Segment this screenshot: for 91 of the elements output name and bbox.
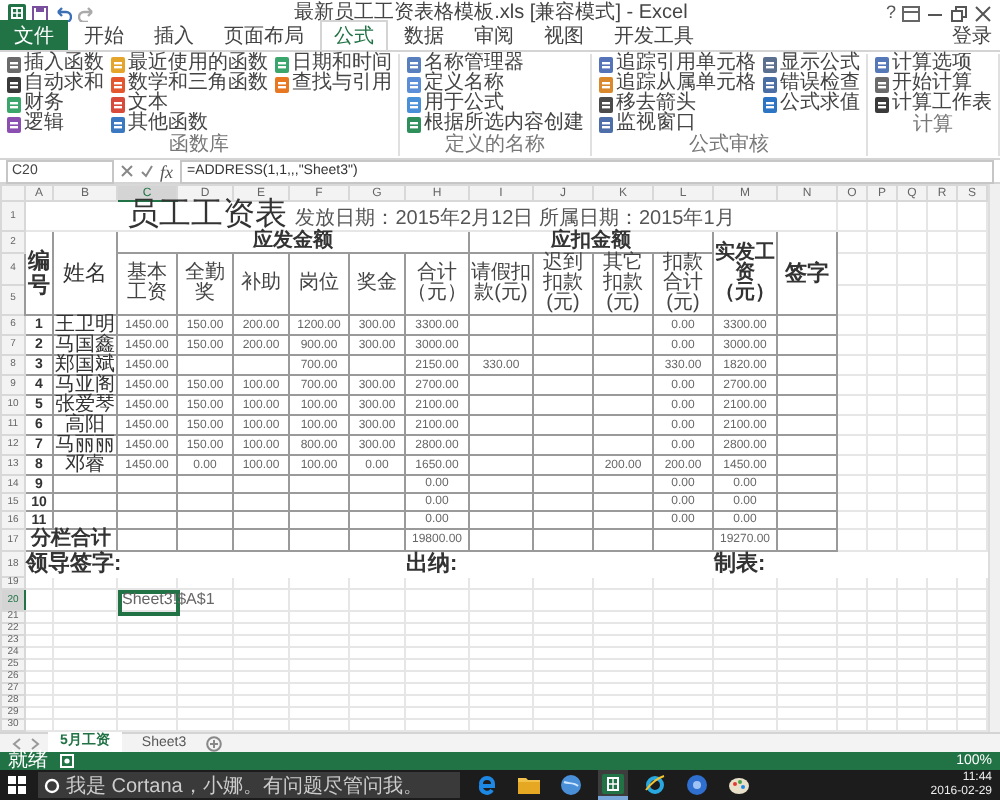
column-heading: 其它扣款(元): [601, 254, 645, 314]
group-label: 函数库: [167, 136, 231, 156]
signature-label: 出纳:: [406, 552, 458, 576]
browser-icon[interactable]: [476, 774, 498, 796]
ribbon-button[interactable]: 数学和三角函数: [110, 74, 268, 94]
ribbon-button[interactable]: 财务: [6, 94, 104, 114]
sign-in-link[interactable]: 登录: [952, 26, 992, 50]
table-cell: 马亚阁: [54, 376, 116, 394]
table-cell: 郑国斌: [54, 356, 116, 374]
scrollbar[interactable]: [988, 184, 1000, 732]
group-label: 计算: [911, 116, 955, 136]
table-cell-text: 高阳: [65, 416, 105, 434]
ribbon-display-icon[interactable]: [902, 5, 920, 21]
table-cell: 马丽丽: [54, 436, 116, 454]
ribbon-button[interactable]: 监视窗口: [598, 114, 756, 134]
column-heading: 奖金: [355, 274, 399, 294]
ribbon-button[interactable]: 文本: [110, 94, 268, 114]
signature-label: 制表:: [714, 552, 766, 576]
circle-icon: [44, 777, 60, 793]
status-text: 就绪: [8, 751, 48, 771]
help-button[interactable]: ?: [885, 0, 896, 26]
column-heading: 请假扣款(元): [470, 264, 532, 304]
restore-icon[interactable]: [950, 5, 968, 21]
close-icon[interactable]: [974, 5, 992, 21]
ribbon-button[interactable]: 插入函数: [6, 54, 104, 74]
ribbon-button[interactable]: 逻辑: [6, 114, 104, 134]
circle-icon[interactable]: [686, 774, 708, 796]
ribbon-button[interactable]: 用于公式: [406, 94, 584, 114]
spreadsheet-icon[interactable]: [602, 773, 624, 793]
ribbon-button[interactable]: 显示公式: [762, 54, 860, 74]
ribbon-button[interactable]: 名称管理器: [406, 54, 584, 74]
column-heading: 基本工资: [125, 264, 169, 304]
ribbon-button[interactable]: 定义名称: [406, 74, 584, 94]
ribbon-tab[interactable]: 开始: [70, 20, 138, 50]
cancel-icon[interactable]: [120, 164, 134, 178]
group-heading: 应发金额: [253, 230, 333, 252]
windows-icon[interactable]: [8, 776, 26, 794]
window-title: 最新员工工资表格模板.xls [兼容模式] - Excel: [292, 0, 690, 25]
save-icon[interactable]: [32, 5, 48, 21]
ribbon-tab[interactable]: 开发工具: [600, 20, 708, 50]
ribbon-button[interactable]: 追踪从属单元格: [598, 74, 756, 94]
ribbon-button[interactable]: 错误检查: [762, 74, 860, 94]
ribbon-button[interactable]: 计算工作表: [874, 94, 992, 114]
ribbon-tab[interactable]: 数据: [390, 20, 458, 50]
date-info: 发放日期：2015年2月12日 所属日期：2015年1月: [295, 208, 735, 230]
table-cell: 张爱琴: [54, 396, 116, 414]
column-heading: 岗位: [297, 274, 341, 294]
ribbon-button[interactable]: 根据所选内容创建: [406, 114, 584, 134]
ribbon-tab[interactable]: 视图: [530, 20, 598, 50]
total-label: 分栏合计: [31, 528, 111, 550]
add-icon[interactable]: [206, 735, 223, 751]
ribbon-tab[interactable]: 页面布局: [210, 20, 318, 50]
ribbon-button[interactable]: 追踪引用单元格: [598, 54, 756, 74]
group-label: 定义的名称: [443, 136, 547, 156]
ribbon-tab[interactable]: 审阅: [460, 20, 528, 50]
ribbon-button[interactable]: 其他函数: [110, 114, 268, 134]
column-heading: 全勤奖: [183, 264, 227, 304]
column-heading: 扣款合计(元): [661, 254, 705, 314]
signature-label: 领导签字:: [26, 552, 122, 576]
column-heading: 签字: [785, 261, 829, 285]
search-field[interactable]: 我是 Cortana，小娜。有问题尽管问我。: [38, 772, 460, 798]
table-cell-text: 邓睿: [63, 456, 107, 474]
ribbon-button[interactable]: 查找与引用: [274, 74, 392, 94]
ribbon-button[interactable]: 移去箭头: [598, 94, 756, 114]
ribbon-tab[interactable]: 插入: [140, 20, 208, 50]
column-heading: 补助: [239, 274, 283, 294]
ribbon-button[interactable]: 公式求值: [762, 94, 860, 114]
column-heading: 实发工资（元）: [714, 243, 776, 303]
check-icon[interactable]: [140, 164, 154, 178]
ribbon-button[interactable]: 最近使用的函数: [110, 54, 268, 74]
column-heading: 合计（元）: [406, 264, 468, 304]
ribbon-button[interactable]: 计算选项: [874, 54, 992, 74]
insert-function-button[interactable]: fx: [160, 161, 173, 181]
ribbon-button[interactable]: 日期和时间: [274, 54, 392, 74]
column-heading: 迟到扣款(元): [541, 254, 585, 314]
ribbon-button[interactable]: 自动求和: [6, 74, 104, 94]
table-cell: 马国鑫: [54, 336, 116, 354]
globe-icon[interactable]: [560, 774, 582, 796]
browser-icon[interactable]: [644, 774, 666, 796]
undo-icon[interactable]: [54, 5, 72, 21]
ribbon-tab[interactable]: 公式: [320, 20, 388, 50]
column-heading: 编号: [26, 249, 52, 297]
ribbon-tab[interactable]: 文件: [0, 20, 68, 50]
paint-icon[interactable]: [728, 774, 750, 796]
group-heading: 应扣金额: [551, 230, 631, 252]
table-cell: 王卫明: [54, 316, 116, 334]
ribbon-button[interactable]: 开始计算: [874, 74, 992, 94]
record-icon[interactable]: [60, 754, 74, 768]
column-heading: 姓名: [63, 261, 107, 285]
group-label: 公式审核: [687, 136, 771, 156]
folder-icon[interactable]: [518, 776, 540, 794]
